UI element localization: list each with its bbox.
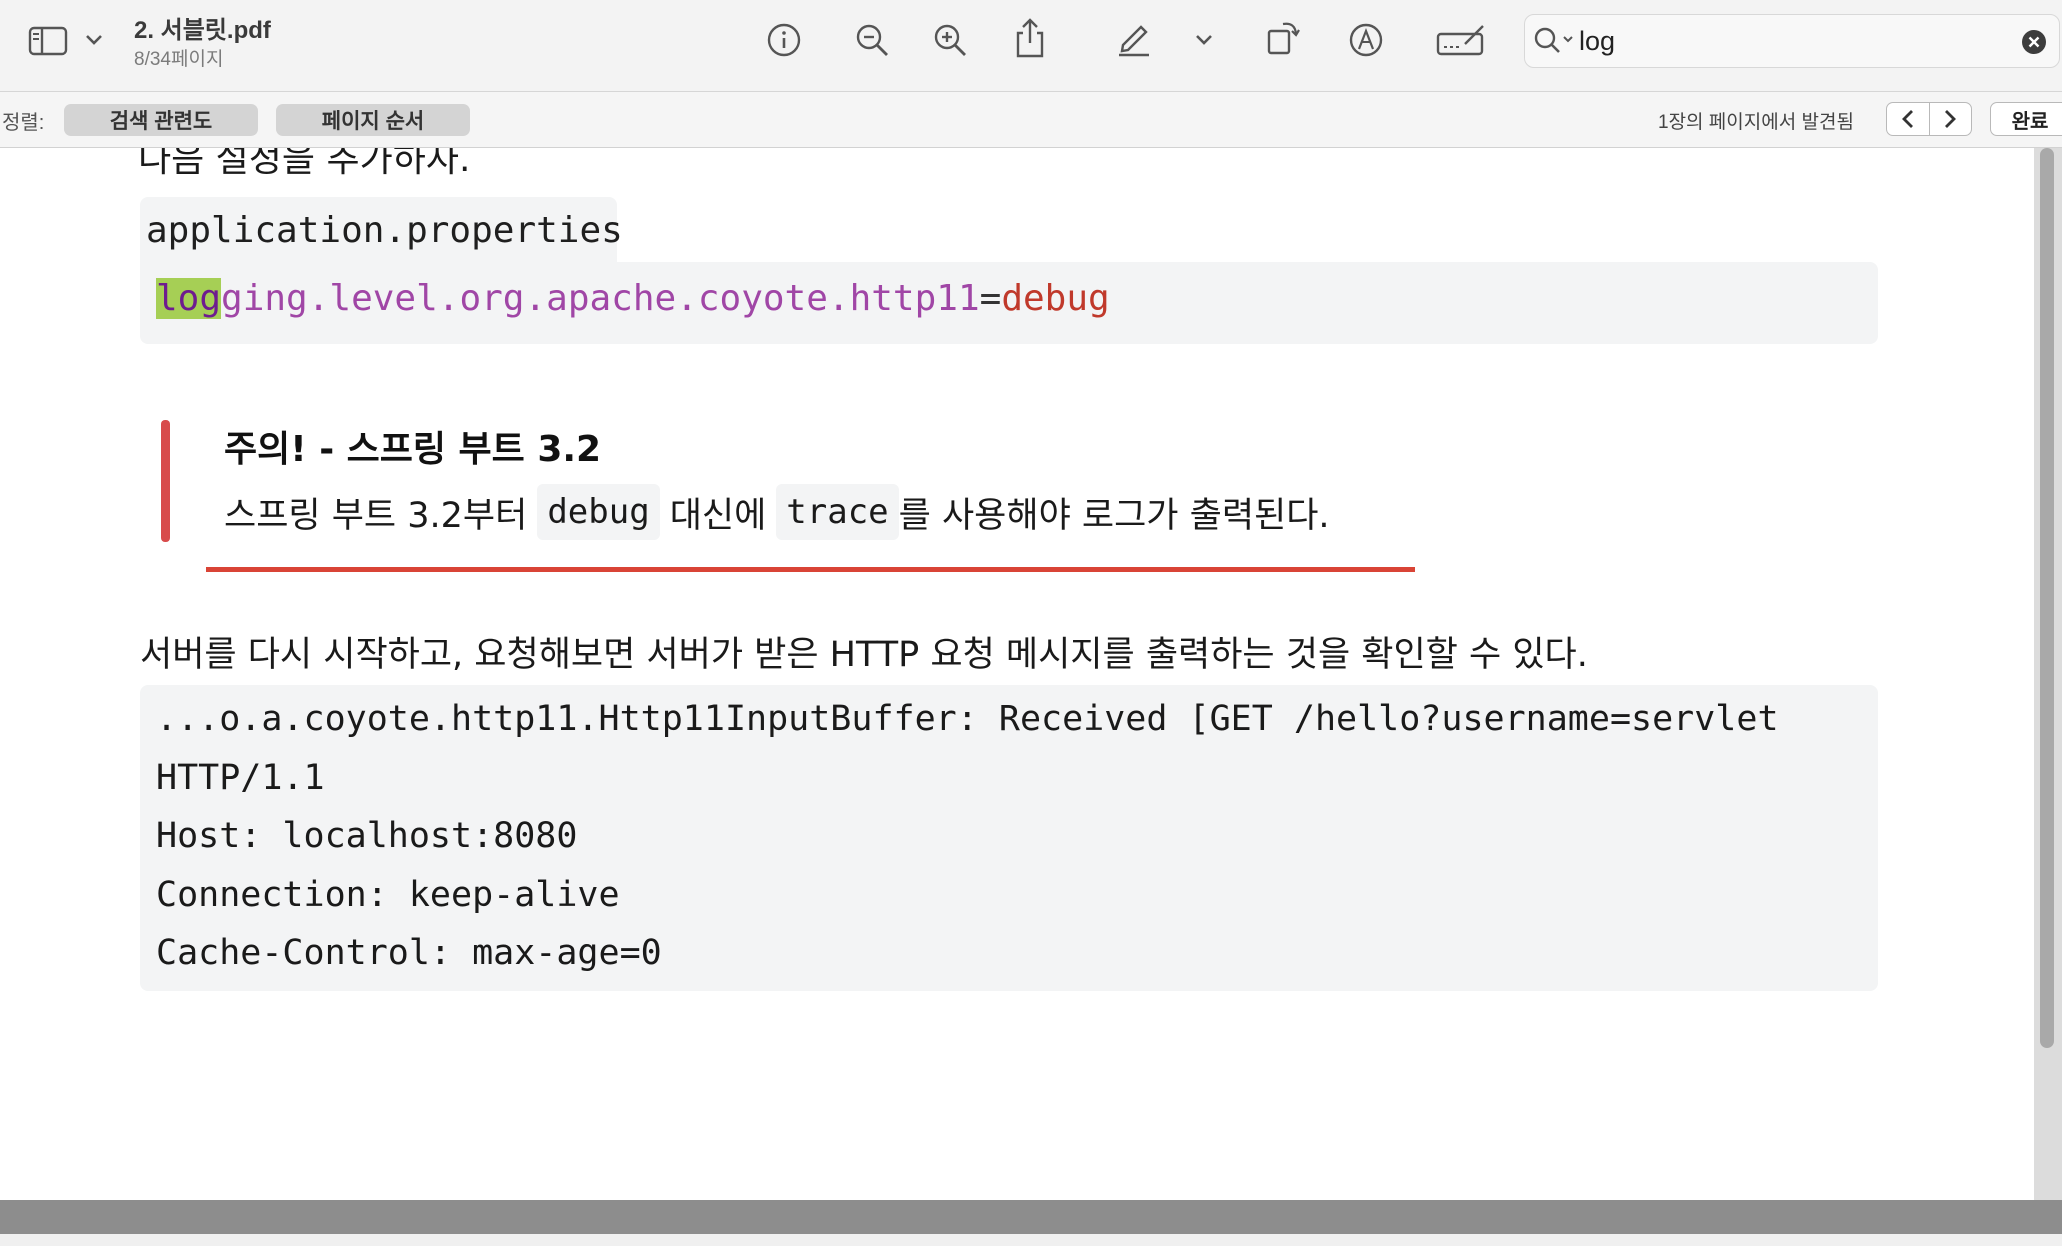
search-input[interactable]	[1579, 15, 1979, 67]
warning-accent-bar	[161, 420, 170, 542]
code-line: logging.level.org.apache.coyote.http11=d…	[156, 278, 1110, 319]
search-highlight: log	[156, 278, 222, 319]
log-line: HTTP/1.1	[156, 758, 325, 798]
chevron-right-icon	[1945, 110, 1957, 128]
log-line: Connection: keep-alive	[156, 875, 620, 915]
sign-icon[interactable]	[1434, 20, 1488, 60]
pdf-page: 다음 설정을 추가하자. application.properties logg…	[0, 148, 2034, 1200]
sort-by-relevance-button[interactable]: 검색 관련도	[64, 104, 258, 136]
sort-by-page-order-button[interactable]: 페이지 순서	[276, 104, 470, 136]
done-button[interactable]: 완료	[1990, 102, 2062, 136]
sidebar-icon[interactable]	[26, 22, 70, 60]
warning-title: 주의! - 스프링 부트 3.2	[224, 429, 602, 470]
highlight-pen-icon[interactable]	[1114, 18, 1154, 58]
clear-icon[interactable]	[2021, 29, 2047, 55]
document-title: 2. 서블릿.pdf	[134, 17, 271, 44]
warning-body: 스프링 부트 3.2부터 debug 대신에 trace 를 사용해야 로그가 …	[224, 484, 1330, 540]
body-paragraph: 서버를 다시 시작하고, 요청해보면 서버가 받은 HTTP 요청 메시지를 출…	[140, 635, 1588, 675]
annotation-underline	[206, 567, 1415, 572]
code-block-properties: logging.level.org.apache.coyote.http11=d…	[140, 262, 1878, 344]
code-filename: application.properties	[146, 210, 623, 251]
code-filename-tab: application.properties	[140, 197, 623, 263]
results-count: 1장의 페이지에서 발견됨	[1658, 112, 1854, 133]
next-page-edge	[0, 1234, 2062, 1246]
page-indicator: 8/34페이지	[134, 49, 224, 70]
previous-result-button[interactable]	[1887, 103, 1929, 135]
partial-heading-text: 다음 설정을 추가하자.	[138, 148, 471, 180]
search-results-bar: 정렬: 검색 관련도 페이지 순서 1장의 페이지에서 발견됨 완료	[0, 92, 2062, 148]
scrollbar-thumb[interactable]	[2040, 148, 2054, 1048]
result-navigation	[1886, 102, 1972, 136]
warning-text-post: 를 사용해야 로그가 출력된다.	[898, 495, 1330, 536]
share-icon[interactable]	[1012, 16, 1048, 60]
log-line: ...o.a.coyote.http11.Http11InputBuffer: …	[156, 699, 1779, 739]
next-result-button[interactable]	[1928, 103, 1972, 135]
chevron-down-icon[interactable]	[1192, 30, 1216, 50]
info-icon[interactable]	[764, 20, 804, 60]
zoom-out-icon[interactable]	[852, 20, 892, 60]
search-icon[interactable]	[1533, 25, 1577, 57]
log-line: Cache-Control: max-age=0	[156, 933, 662, 973]
zoom-in-icon[interactable]	[930, 20, 970, 60]
rotate-icon[interactable]	[1264, 16, 1304, 58]
equals-sign: =	[979, 278, 1002, 319]
toolbar: 2. 서블릿.pdf 8/34페이지	[0, 0, 2062, 92]
inline-code-debug: debug	[537, 484, 660, 540]
markup-icon[interactable]	[1346, 20, 1386, 60]
inline-code-trace: trace	[776, 484, 899, 540]
chevron-down-icon[interactable]	[82, 30, 106, 50]
chevron-left-icon	[1901, 110, 1913, 128]
code-block-log: ...o.a.coyote.http11.Http11InputBuffer: …	[140, 685, 1878, 991]
log-line: Host: localhost:8080	[156, 816, 578, 856]
search-field[interactable]	[1524, 14, 2060, 68]
property-key: ging.level.org.apache.coyote.http11	[221, 278, 980, 319]
property-value: debug	[1001, 278, 1110, 319]
warning-text-pre: 스프링 부트 3.2부터	[224, 495, 528, 536]
warning-text-mid: 대신에	[669, 495, 767, 536]
sort-label: 정렬:	[2, 112, 45, 134]
